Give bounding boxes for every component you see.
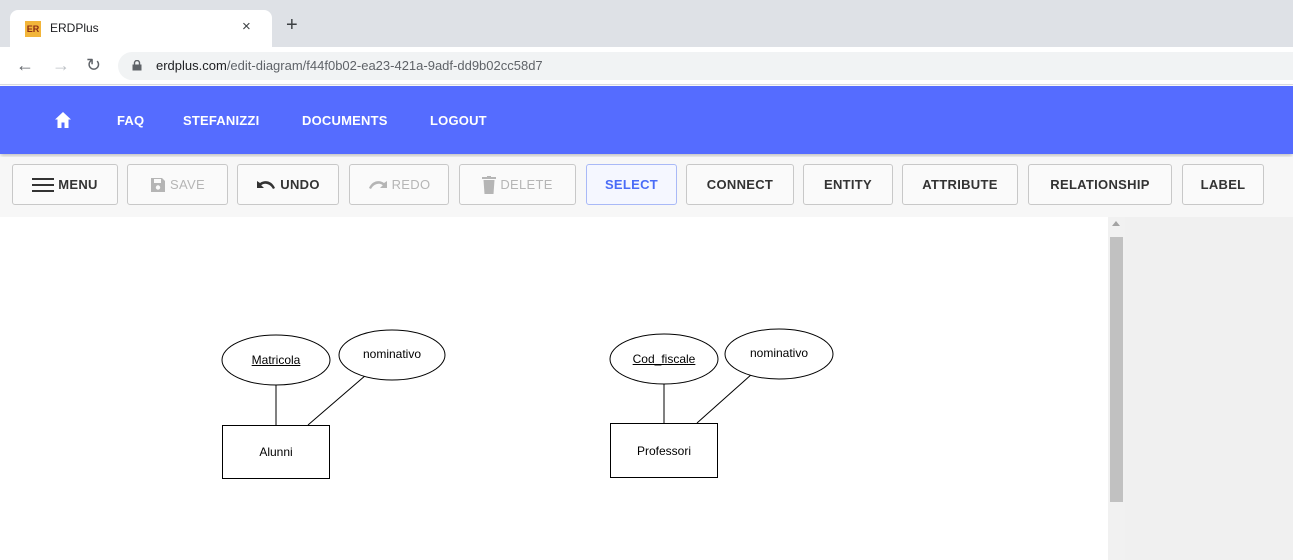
hamburger-icon: [32, 177, 55, 192]
delete-label: DELETE: [500, 177, 553, 192]
address-bar[interactable]: erdplus.com/edit-diagram/f44f0b02-ea23-4…: [118, 52, 1293, 80]
entity-label: ENTITY: [823, 177, 873, 192]
menu-label: MENU: [58, 177, 98, 192]
url-text: erdplus.com/edit-diagram/f44f0b02-ea23-4…: [156, 58, 543, 73]
home-icon[interactable]: [54, 111, 72, 129]
redo-button[interactable]: REDO: [349, 164, 449, 205]
diagram-canvas[interactable]: Matricola nominativo Cod_fiscale nominat…: [0, 217, 1108, 560]
attribute-tool-button[interactable]: ATTRIBUTE: [902, 164, 1018, 205]
attribute-label: ATTRIBUTE: [922, 177, 998, 192]
label-tool-label: LABEL: [1200, 177, 1246, 192]
nav-faq-link[interactable]: FAQ: [117, 113, 144, 128]
entity-alunni-label: Alunni: [259, 445, 293, 459]
redo-label: REDO: [391, 177, 431, 192]
save-label: SAVE: [170, 177, 205, 192]
url-path: /edit-diagram/f44f0b02-ea23-421a-9adf-dd…: [226, 58, 543, 73]
redo-arrow-icon: [368, 180, 387, 189]
lock-icon: [132, 60, 142, 71]
editor-toolbar: MENU SAVE UNDO REDO DELETE SELECT CONNEC…: [0, 157, 1293, 217]
connector-nominativo-alunni: [307, 374, 367, 426]
diagram-svg: [221, 328, 834, 426]
tab-close-icon[interactable]: ×: [242, 18, 251, 35]
reload-icon[interactable]: ↻: [86, 55, 101, 75]
browser-toolbar: ← → ↻ erdplus.com/edit-diagram/f44f0b02-…: [0, 47, 1293, 85]
app-navbar: FAQ STEFANIZZI DOCUMENTS LOGOUT: [0, 86, 1293, 154]
nav-logout-link[interactable]: LOGOUT: [430, 113, 487, 128]
browser-tab[interactable]: ER ERDPlus ×: [10, 10, 272, 47]
entity-alunni[interactable]: Alunni: [222, 425, 330, 479]
nav-user-link[interactable]: STEFANIZZI: [183, 113, 259, 128]
diagram-area: Matricola nominativo Cod_fiscale nominat…: [0, 217, 1293, 560]
undo-arrow-icon: [257, 180, 276, 189]
select-label: SELECT: [604, 177, 659, 192]
browser-tab-strip: ER ERDPlus × +: [0, 0, 1293, 47]
connect-label: CONNECT: [706, 177, 774, 192]
connect-tool-button[interactable]: CONNECT: [686, 164, 794, 205]
back-arrow-icon[interactable]: ←: [16, 55, 34, 75]
connector-nominativo-professori: [696, 373, 753, 424]
url-host: erdplus.com: [156, 58, 227, 73]
canvas-vertical-scrollbar[interactable]: [1108, 217, 1125, 560]
scrollbar-thumb[interactable]: [1110, 237, 1123, 502]
new-tab-icon[interactable]: +: [286, 15, 298, 35]
attribute-nominativo-professori[interactable]: nominativo: [729, 346, 829, 360]
side-panel: [1125, 217, 1293, 560]
erdplus-favicon-icon: ER: [25, 21, 41, 37]
tab-title: ERDPlus: [50, 21, 99, 35]
attribute-nominativo-alunni[interactable]: nominativo: [342, 347, 442, 361]
menu-button[interactable]: MENU: [12, 164, 118, 205]
entity-professori[interactable]: Professori: [610, 423, 718, 478]
floppy-disk-icon: [151, 177, 166, 192]
forward-arrow-icon[interactable]: →: [52, 55, 70, 75]
trash-icon: [482, 175, 497, 194]
attribute-matricola[interactable]: Matricola: [226, 353, 326, 367]
entity-tool-button[interactable]: ENTITY: [803, 164, 893, 205]
scroll-up-arrow-icon[interactable]: [1112, 221, 1120, 226]
relationship-label: RELATIONSHIP: [1050, 177, 1150, 192]
save-button[interactable]: SAVE: [127, 164, 228, 205]
nav-documents-link[interactable]: DOCUMENTS: [302, 113, 388, 128]
attribute-cod-fiscale[interactable]: Cod_fiscale: [614, 352, 714, 366]
select-tool-button[interactable]: SELECT: [586, 164, 677, 205]
delete-button[interactable]: DELETE: [459, 164, 576, 205]
entity-professori-label: Professori: [636, 443, 692, 458]
undo-label: UNDO: [280, 177, 320, 192]
label-tool-button[interactable]: LABEL: [1182, 164, 1264, 205]
relationship-tool-button[interactable]: RELATIONSHIP: [1028, 164, 1172, 205]
undo-button[interactable]: UNDO: [237, 164, 339, 205]
